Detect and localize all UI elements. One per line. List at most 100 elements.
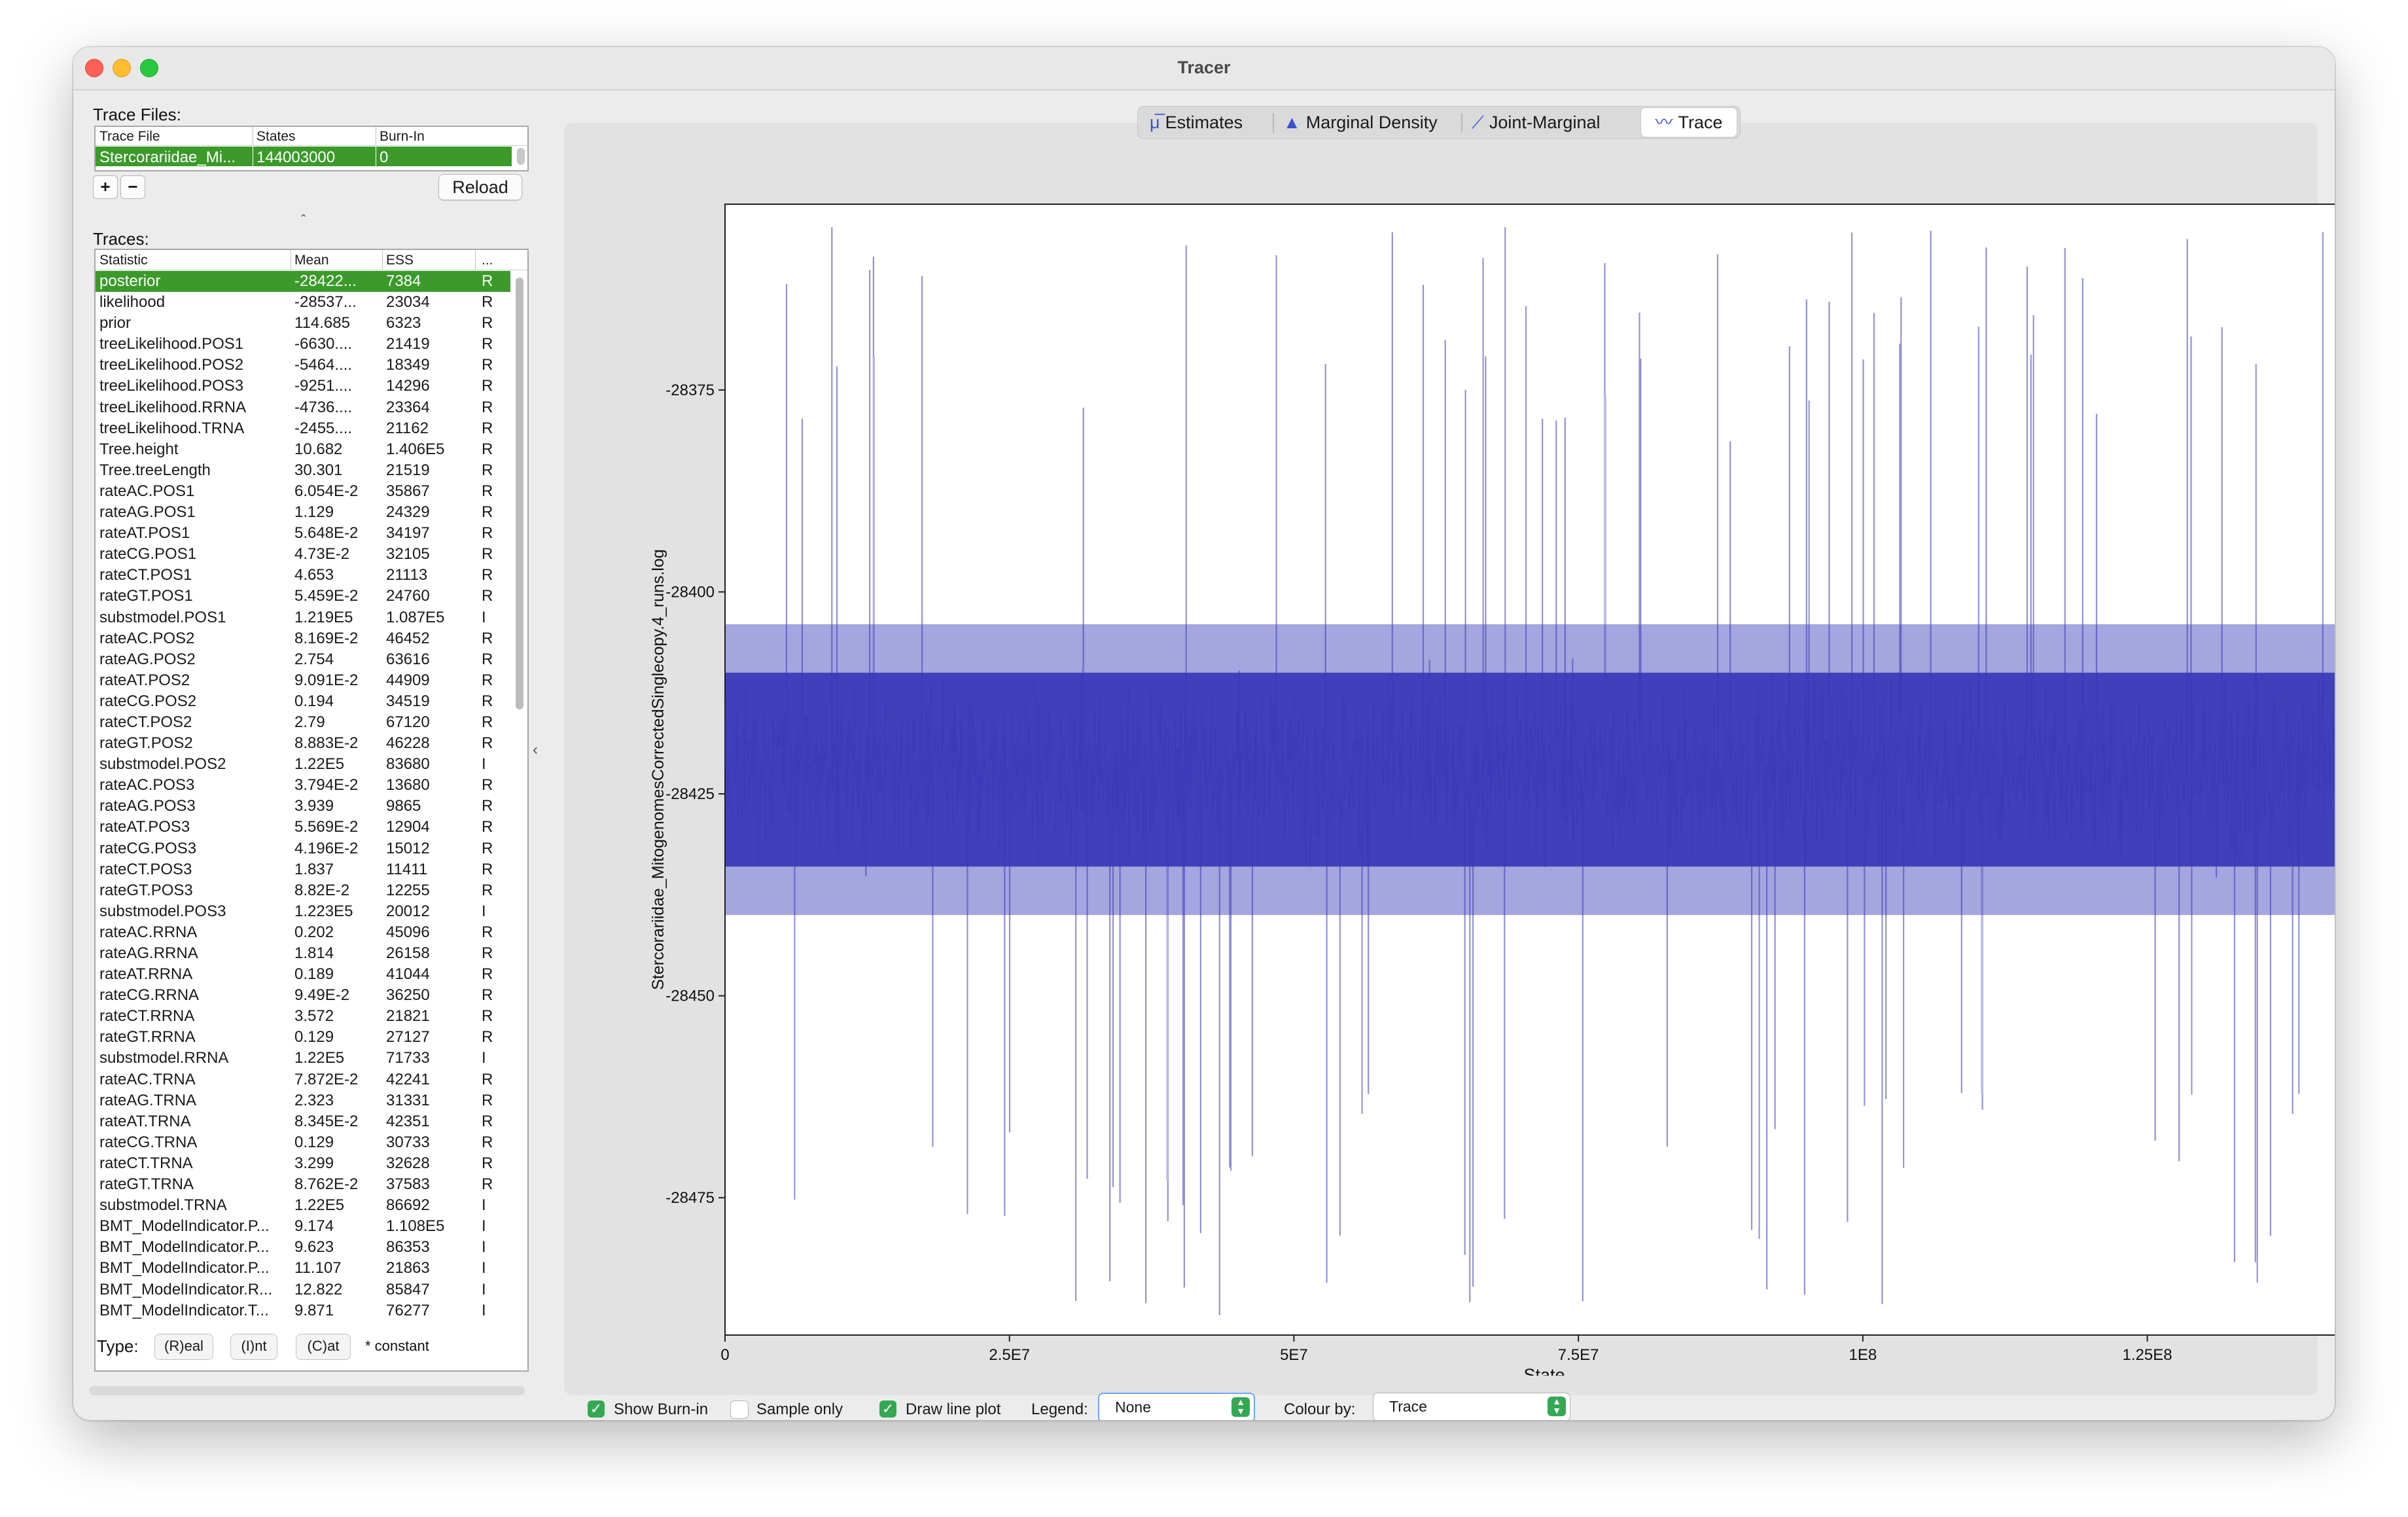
trace-row[interactable]: prior 114.685 6323 R	[96, 313, 510, 334]
trace-row[interactable]: rateAG.RRNA 1.814 26158 R	[96, 943, 510, 964]
trace-row[interactable]: treeLikelihood.RRNA -4736.... 23364 R	[96, 397, 510, 418]
trace-row[interactable]: rateGT.TRNA 8.762E-2 37583 R	[96, 1174, 510, 1195]
type-cat-button[interactable]: (C)at	[296, 1334, 351, 1360]
tab-joint-marginal[interactable]: ⟋ Joint-Marginal	[1472, 107, 1600, 138]
trace-row[interactable]: BMT_ModelIndicator.P... 9.174 1.108E5 I	[96, 1216, 510, 1237]
tab-estimates[interactable]: μ̅ Estimates	[1150, 107, 1243, 138]
tab-marginal-density[interactable]: ▲ Marginal Density	[1283, 107, 1438, 138]
colour-by-select[interactable]: Trace ▲ ▼	[1373, 1393, 1570, 1420]
tab-trace[interactable]: 〰 Trace	[1640, 107, 1737, 137]
trace-ess: 20012	[386, 902, 430, 920]
trace-file-burnin[interactable]: 0	[380, 149, 388, 167]
trace-row[interactable]: BMT_ModelIndicator.P... 9.623 86353 I	[96, 1237, 510, 1258]
trace-ess: 46452	[386, 629, 430, 647]
trace-row[interactable]: rateAC.POS2 8.169E-2 46452 R	[96, 628, 510, 649]
trace-row[interactable]: rateAG.TRNA 2.323 31331 R	[96, 1090, 510, 1111]
trace-row[interactable]: rateAC.POS1 6.054E-2 35867 R	[96, 481, 510, 502]
reload-button[interactable]: Reload	[438, 174, 522, 200]
trace-type: I	[482, 755, 486, 774]
trace-row[interactable]: BMT_ModelIndicator.P... 11.107 21863 I	[96, 1258, 510, 1279]
trace-mean: -28537...	[294, 293, 357, 312]
traces-scroll-thumb[interactable]	[516, 277, 523, 709]
add-trace-file-button[interactable]: +	[93, 175, 118, 199]
trace-row[interactable]: likelihood -28537... 23034 R	[96, 292, 510, 313]
trace-files-scrollbar[interactable]	[517, 148, 525, 165]
trace-row[interactable]: rateCT.TRNA 3.299 32628 R	[96, 1153, 510, 1174]
header-burn-in[interactable]: Burn-In	[380, 129, 425, 145]
sample-only-checkbox[interactable]	[730, 1401, 749, 1419]
trace-row[interactable]: rateAT.RRNA 0.189 41044 R	[96, 964, 510, 985]
remove-trace-file-button[interactable]: −	[120, 175, 145, 199]
split-collapse-icon[interactable]: ˆ	[301, 212, 306, 229]
header-states[interactable]: States	[257, 129, 296, 145]
trace-row[interactable]: rateGT.POS2 8.883E-2 46228 R	[96, 733, 510, 754]
trace-type: R	[482, 398, 493, 416]
colour-by-value: Trace	[1389, 1398, 1427, 1415]
trace-type: R	[482, 881, 493, 899]
trace-row[interactable]: substmodel.TRNA 1.22E5 86692 I	[96, 1195, 510, 1216]
header-statistic[interactable]: Statistic	[99, 253, 148, 268]
trace-ess: 12255	[386, 881, 430, 899]
header-type[interactable]: ...	[482, 253, 493, 268]
trace-row[interactable]: Tree.height 10.682 1.406E5 R	[96, 439, 510, 460]
trace-mean: 114.685	[294, 314, 350, 332]
trace-mean: 5.569E-2	[294, 818, 359, 836]
trace-row[interactable]: treeLikelihood.POS1 -6630.... 21419 R	[96, 334, 510, 355]
trace-statistic: BMT_ModelIndicator.T...	[99, 1301, 269, 1319]
trace-row[interactable]: rateGT.POS1 5.459E-2 24760 R	[96, 586, 510, 607]
trace-ess: 42351	[386, 1112, 430, 1130]
trace-row[interactable]: rateAT.POS1 5.648E-2 34197 R	[96, 523, 510, 544]
trace-row[interactable]: rateAG.POS2 2.754 63616 R	[96, 649, 510, 670]
trace-ess: 23034	[386, 293, 430, 312]
trace-row[interactable]: rateAG.POS3 3.939 9865 R	[96, 796, 510, 817]
trace-row[interactable]: rateCG.RRNA 9.49E-2 36250 R	[96, 985, 510, 1006]
trace-row[interactable]: rateAG.POS1 1.129 24329 R	[96, 502, 510, 523]
trace-row[interactable]: rateCT.POS1 4.653 21113 R	[96, 565, 510, 586]
left-panel-hscrollbar[interactable]	[89, 1386, 525, 1395]
trace-row[interactable]: rateCG.POS2 0.194 34519 R	[96, 691, 510, 712]
trace-statistic: rateCT.TRNA	[99, 1154, 193, 1172]
trace-row[interactable]: rateCG.POS1 4.73E-2 32105 R	[96, 544, 510, 565]
trace-statistic: rateAC.RRNA	[99, 923, 198, 941]
trace-mean: -4736....	[294, 398, 353, 416]
trace-row[interactable]: treeLikelihood.POS2 -5464.... 18349 R	[96, 355, 510, 376]
type-real-button[interactable]: (R)eal	[154, 1334, 213, 1360]
trace-row[interactable]: rateAT.TRNA 8.345E-2 42351 R	[96, 1111, 510, 1132]
trace-plot[interactable]: -28375 -28400 -28425 -28450 -28475 0 2.5E7 5E7 7…	[636, 198, 2335, 1376]
x-tick-label: 5E7	[1280, 1346, 1308, 1364]
trace-row[interactable]: rateGT.RRNA 0.129 27127 R	[96, 1027, 510, 1048]
trace-row[interactable]: substmodel.POS1 1.219E5 1.087E5 I	[96, 607, 510, 628]
trace-row[interactable]: treeLikelihood.POS3 -9251.... 14296 R	[96, 376, 510, 397]
type-int-button[interactable]: (I)nt	[230, 1334, 277, 1360]
trace-row[interactable]: rateAC.TRNA 7.872E-2 42241 R	[96, 1069, 510, 1090]
header-mean[interactable]: Mean	[294, 253, 329, 268]
trace-file-row[interactable]: Stercorariidae_Mi... 144003000 0	[96, 147, 512, 166]
trace-ess: 86692	[386, 1196, 430, 1215]
trace-row[interactable]: posterior -28422... 7384 R	[96, 271, 510, 293]
header-trace-file[interactable]: Trace File	[99, 129, 160, 145]
traces-scrollbar[interactable]	[513, 272, 526, 1369]
trace-row[interactable]: substmodel.POS3 1.223E5 20012 I	[96, 901, 510, 922]
split-divider-icon[interactable]: ‹	[533, 741, 538, 759]
trace-row[interactable]: rateCT.POS3 1.837 11411 R	[96, 859, 510, 880]
trace-row[interactable]: Tree.treeLength 30.301 21519 R	[96, 460, 510, 481]
trace-row[interactable]: substmodel.POS2 1.22E5 83680 I	[96, 754, 510, 775]
trace-row[interactable]: rateAC.RRNA 0.202 45096 R	[96, 922, 510, 943]
trace-row[interactable]: rateAT.POS3 5.569E-2 12904 R	[96, 817, 510, 838]
trace-row[interactable]: BMT_ModelIndicator.T... 9.871 76277 I	[96, 1300, 510, 1321]
trace-row[interactable]: rateAC.POS3 3.794E-2 13680 R	[96, 775, 510, 796]
trace-row[interactable]: BMT_ModelIndicator.R... 12.822 85847 I	[96, 1279, 510, 1300]
trace-row[interactable]: rateAT.POS2 9.091E-2 44909 R	[96, 670, 510, 691]
y-tick-label: -28425	[665, 785, 715, 803]
trace-row[interactable]: rateCT.POS2 2.79 67120 R	[96, 712, 510, 733]
show-burnin-checkbox[interactable]: ✓	[588, 1401, 605, 1418]
legend-select[interactable]: None ▲ ▼	[1098, 1393, 1255, 1420]
trace-row[interactable]: substmodel.RRNA 1.22E5 71733 I	[96, 1048, 510, 1069]
trace-row[interactable]: treeLikelihood.TRNA -2455.... 21162 R	[96, 418, 510, 439]
trace-row[interactable]: rateCG.TRNA 0.129 30733 R	[96, 1132, 510, 1153]
draw-line-plot-checkbox[interactable]: ✓	[879, 1401, 896, 1418]
header-ess[interactable]: ESS	[386, 253, 414, 268]
trace-row[interactable]: rateCG.POS3 4.196E-2 15012 R	[96, 838, 510, 859]
trace-row[interactable]: rateGT.POS3 8.82E-2 12255 R	[96, 880, 510, 901]
trace-row[interactable]: rateCT.RRNA 3.572 21821 R	[96, 1006, 510, 1027]
